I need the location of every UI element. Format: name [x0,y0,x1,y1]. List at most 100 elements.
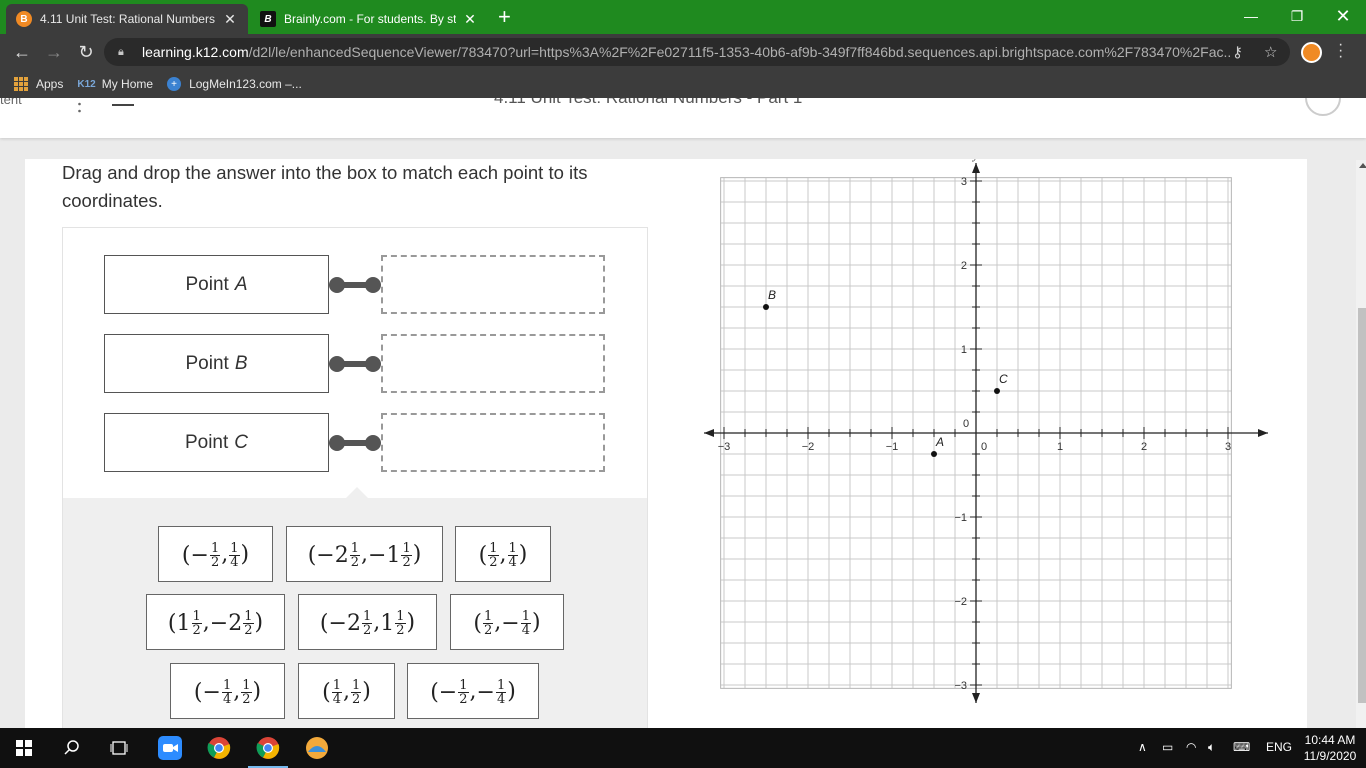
bookmarks-bar: Apps K12 My Home + LogMeIn123.com –... [0,70,1366,98]
plot-point-c [994,388,1000,394]
match-targets: Point A Point B Point C [63,228,647,498]
x-tick-label: −2 [802,441,815,453]
connector-icon [329,277,381,293]
close-tab-icon[interactable]: ✕ [462,11,478,28]
profile-avatar[interactable] [1301,42,1322,63]
question-prompt: Drag and drop the answer into the box to… [62,162,588,211]
answer-option[interactable]: (1 2, 1 4) [455,526,551,582]
brainly-favicon-icon: B [260,11,276,27]
browser-toolbar: ← → ↻ 🔒︎ learning.k12.com/d2l/le/enhance… [0,34,1366,70]
answer-option[interactable]: (1 4, 1 2) [298,663,395,719]
x-tick-label: 0 [981,441,987,453]
answer-option[interactable]: (−1 2, 1 4) [158,526,273,582]
zoom-app-icon[interactable] [158,736,182,760]
plot-point-a [931,451,937,457]
windows-start-icon[interactable] [12,736,36,760]
bookmark-label: LogMeIn123.com –... [189,77,302,91]
key-icon[interactable]: ⚷ [1232,43,1243,61]
x-tick-label: −1 [886,441,899,453]
point-label-b: B [768,288,776,302]
bookmark-logmein[interactable]: + LogMeIn123.com –... [167,77,302,91]
bookmark-my-home[interactable]: K12 My Home [77,77,153,91]
x-tick-label: 3 [1225,441,1231,453]
restore-window-icon[interactable]: ❐ [1274,0,1320,32]
header-left-text: tent [0,98,22,107]
apps-grid-icon [14,77,28,91]
y-tick-label: 0 [963,418,969,430]
point-c-label-box: Point C [104,413,329,472]
reload-icon[interactable]: ↻ [74,40,98,64]
wifi-icon[interactable]: ◠ [1186,740,1196,754]
answer-option[interactable]: (1 2, −1 4) [450,594,564,650]
x-axis-arrow-icon [704,429,714,437]
y-tick-label: 3 [961,176,967,188]
drop-target-point-b[interactable] [381,334,605,393]
url-host: learning.k12.com [142,44,249,60]
y-axis-label: y [972,159,979,162]
scrollbar-thumb[interactable] [1358,308,1366,703]
answer-option[interactable]: (1 1 2, −2 1 2) [146,594,285,650]
more-options-icon[interactable] [78,102,81,114]
x-tick-label: 1 [1057,441,1063,453]
matching-area: Point A Point B Point C (−1 2, 1 4) (−2… [62,227,648,728]
coordinate-plane-svg: −3−2−101233210−1−2−3xyABC [704,148,1278,703]
point-label: Point [184,431,229,453]
lock-icon: 🔒︎ [118,46,124,58]
drop-target-point-a[interactable] [381,255,605,314]
bookmark-label: My Home [101,77,154,91]
point-label-c: C [999,372,1008,386]
plot-point-b [763,304,769,310]
bookmark-label: Apps [36,77,64,91]
forward-arrow-icon[interactable]: → [42,40,66,64]
connector-icon [329,356,381,372]
tray-chevron-icon[interactable]: ∧ [1138,740,1147,754]
back-arrow-icon[interactable]: ← [10,40,34,64]
k12-icon: K12 [77,78,96,90]
weather-app-icon[interactable] [305,736,329,760]
bookmark-star-icon[interactable]: ☆ [1264,43,1277,61]
close-window-icon[interactable]: ✕ [1320,0,1366,32]
answer-option[interactable]: (−2 1 2, 1 1 2) [298,594,437,650]
menu-icon[interactable] [112,104,134,106]
drop-target-point-c[interactable] [381,413,605,472]
y-tick-label: −3 [954,680,967,692]
y-tick-label: 2 [961,260,967,272]
close-tab-icon[interactable]: ✕ [222,11,238,28]
keyboard-icon[interactable]: ⌨ [1233,740,1250,754]
point-letter: B [234,352,248,374]
tab-brainly[interactable]: B Brainly.com - For students. By stu ✕ [250,4,488,34]
answer-option[interactable]: (−1 2, −1 4) [407,663,539,719]
language-indicator[interactable]: ENG [1266,740,1292,754]
answer-tray: (−1 2, 1 4) (−2 1 2, −1 1 2) (1 2, 1 4) (1 1 2, −2… [63,498,647,728]
answer-option[interactable]: (−2 1 2, −1 1 2) [286,526,443,582]
next-arrow-icon[interactable] [1305,98,1341,116]
coordinate-plane: −3−2−101233210−1−2−3xyABC [690,148,1278,719]
url-text[interactable]: learning.k12.com/d2l/le/enhancedSequence… [142,44,1232,60]
task-view-icon[interactable] [107,736,131,760]
page-viewport: tent 4.11 Unit Test: Rational Numbers - … [0,98,1366,728]
new-tab-button[interactable]: + [498,6,511,28]
scroll-up-arrow-icon[interactable] [1359,163,1366,168]
point-a-label-box: Point A [104,255,329,314]
chrome-app-icon[interactable] [207,736,231,760]
bookmark-apps[interactable]: Apps [14,77,63,91]
battery-icon[interactable]: ▭ [1162,740,1173,754]
minimize-window-icon[interactable]: — [1228,0,1274,32]
tab-title: 4.11 Unit Test: Rational Numbers [40,12,215,26]
search-icon[interactable] [60,736,84,760]
tab-title: Brainly.com - For students. By stu [284,12,456,26]
menu-dots-icon[interactable]: · · · [1338,37,1344,65]
y-axis-arrow-icon [972,693,980,703]
windows-taskbar: ∧ ▭ ◠ 🔈︎ ⌨ ENG 10:44 AM 11/9/2020 [0,728,1366,768]
answer-option[interactable]: (−1 4, 1 2) [170,663,285,719]
system-clock[interactable]: 10:44 AM 11/9/2020 [1300,732,1360,764]
clock-time: 10:44 AM [1304,733,1356,747]
x-axis-arrow-icon [1258,429,1268,437]
chrome-app-icon[interactable] [256,736,280,760]
address-bar[interactable]: 🔒︎ learning.k12.com/d2l/le/enhancedSeque… [104,38,1290,66]
volume-icon[interactable]: 🔈︎ [1208,740,1215,755]
tab-unit-test[interactable]: B 4.11 Unit Test: Rational Numbers ✕ [6,4,248,34]
connector-icon [329,435,381,451]
point-label: Point [185,273,229,295]
y-axis-arrow-icon [972,163,980,173]
